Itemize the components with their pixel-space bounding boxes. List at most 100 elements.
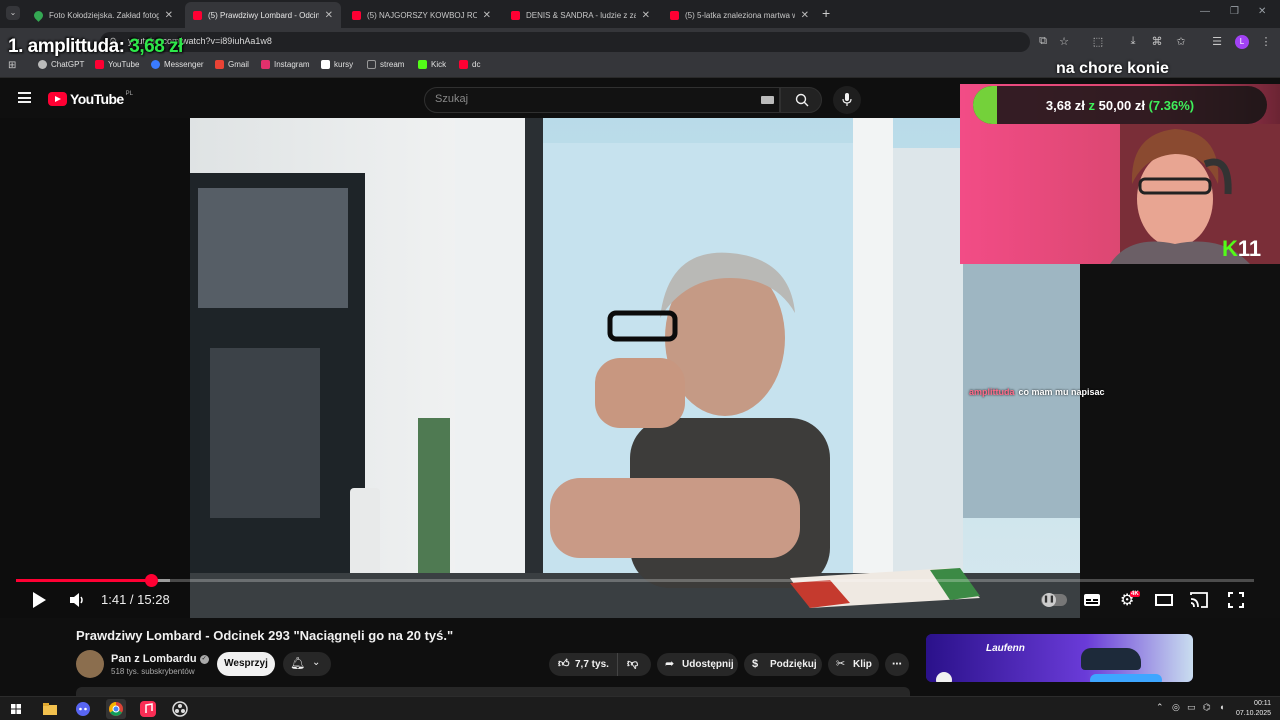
kick-viewer-count: 11	[1237, 236, 1262, 261]
notifications-button[interactable]: 🔔︎ ⌄	[283, 652, 331, 676]
youtube-logo-wordmark: YouTube	[70, 91, 124, 107]
restore-icon[interactable]: ❐	[1230, 6, 1239, 17]
cast-tab-icon[interactable]: ⧉	[1036, 35, 1050, 48]
bookmark-kursy[interactable]: kursy	[321, 60, 353, 69]
youtube-icon	[511, 10, 520, 20]
bookmark-chatgpt[interactable]: ChatGPT	[38, 60, 84, 69]
tab-5-latka[interactable]: (5) 5-latka znaleziona martwa w ✕	[662, 2, 817, 28]
youtube-logo[interactable]: YouTube PL	[48, 91, 133, 107]
goal-percent: (7.36%)	[1148, 98, 1195, 113]
tray-display-icon[interactable]: ▭	[1187, 702, 1196, 713]
youtube-icon	[193, 10, 202, 20]
tab-foto[interactable]: Foto Kołodziejska. Zakład fotog ✕	[26, 2, 181, 28]
donation-goal-title: na chore konie	[1056, 60, 1169, 77]
top-donor-overlay: 1. amplittuda: 3,68 zł	[8, 36, 183, 58]
search-button[interactable]	[780, 87, 822, 113]
current-time: 1:41	[101, 592, 127, 607]
youtube-icon	[352, 10, 361, 20]
download-icon[interactable]: ⤓	[1126, 35, 1140, 48]
tab-denis-sandra[interactable]: DENIS & SANDRA - ludzie z zał ✕	[503, 2, 658, 28]
tab-prawdziwy-lombard[interactable]: (5) Prawdziwy Lombard - Odcin ✕	[185, 2, 341, 28]
minimize-icon[interactable]: —	[1200, 6, 1210, 17]
reading-list-icon[interactable]: ☰	[1210, 35, 1224, 48]
like-button[interactable]: 👍︎ 7,7 tys.	[549, 653, 615, 676]
channel-name-text: Pan z Lombardu	[111, 653, 197, 665]
support-button[interactable]: Wesprzyj	[217, 652, 275, 676]
tab-title: (5) Prawdziwy Lombard - Odcin	[208, 10, 319, 20]
profile-avatar[interactable]: L	[1235, 35, 1249, 49]
youtube-icon	[95, 60, 104, 69]
close-tab-icon[interactable]: ✕	[801, 10, 809, 21]
file-explorer-icon[interactable]	[40, 699, 60, 719]
volume-icon[interactable]	[68, 590, 86, 610]
bookmark-dc[interactable]: dc	[459, 60, 480, 69]
search-input[interactable]	[435, 93, 735, 105]
address-bar[interactable]: ⚙ youtube.com/watch?v=i89iuhAa1w8	[100, 32, 1030, 52]
close-window-icon[interactable]: ✕	[1258, 6, 1266, 17]
obs-icon[interactable]	[170, 699, 190, 719]
windows-start-icon[interactable]	[6, 699, 26, 719]
tab-search-button[interactable]: ⌄	[6, 6, 20, 20]
tab-najgorszy-kowboj[interactable]: (5) NAJGORSZY KOWBOJ ROBI ✕	[344, 2, 499, 28]
tray-chevron-up-icon[interactable]: ⌃	[1156, 702, 1164, 713]
channel-name[interactable]: Pan z Lombardu ✓	[111, 653, 209, 665]
discord-icon[interactable]	[73, 699, 93, 719]
bookmark-instagram[interactable]: Instagram	[261, 60, 310, 69]
share-button[interactable]: ➦ Udostępnij	[657, 653, 738, 676]
subtitles-icon[interactable]	[1083, 590, 1101, 610]
thumbs-up-icon: 👍︎	[558, 658, 570, 670]
chrome-icon[interactable]	[106, 699, 126, 719]
more-actions-button[interactable]: ⋯	[885, 653, 909, 676]
kick-icon: K	[1222, 236, 1238, 261]
settings-button[interactable]: ⚙ 4K	[1120, 590, 1142, 610]
video-frame[interactable]	[190, 118, 1080, 618]
search-box[interactable]	[424, 87, 780, 113]
new-tab-button[interactable]: +	[822, 5, 830, 21]
bookmark-stream[interactable]: stream	[367, 60, 404, 69]
translate-icon[interactable]: ⌘	[1150, 35, 1164, 48]
clip-button[interactable]: ✂ Klip	[828, 653, 879, 676]
ad-banner[interactable]: Laufenn	[926, 634, 1193, 682]
ad-cta[interactable]	[1090, 674, 1162, 682]
bookmark-star-icon[interactable]: ☆	[1057, 35, 1071, 48]
close-tab-icon[interactable]: ✕	[483, 10, 491, 21]
clock-date: 07.10.2025	[1236, 710, 1272, 717]
channel-avatar[interactable]	[76, 650, 104, 678]
bookmark-kick[interactable]: Kick	[418, 60, 446, 69]
bookmark-messenger[interactable]: Messenger	[151, 60, 204, 69]
progress-bar[interactable]	[16, 579, 1254, 582]
video-title: Prawdziwy Lombard - Odcinek 293 "Naciągn…	[76, 628, 454, 643]
top-donor-value: 3,68 zł	[129, 36, 183, 57]
dislike-button[interactable]: 👎︎	[617, 653, 651, 676]
close-tab-icon[interactable]: ✕	[642, 10, 650, 21]
theater-mode-icon[interactable]	[1155, 590, 1173, 610]
cast-icon[interactable]	[1189, 590, 1209, 610]
menu-kebab-icon[interactable]: ⋮	[1259, 35, 1273, 48]
scrubber-handle[interactable]	[144, 574, 158, 587]
close-tab-icon[interactable]: ✕	[325, 10, 333, 21]
music-app-icon[interactable]	[138, 699, 158, 719]
keyboard-icon[interactable]	[761, 96, 774, 104]
apps-grid-icon[interactable]: ⊞	[8, 60, 16, 71]
youtube-icon	[670, 10, 679, 20]
hamburger-menu-icon[interactable]	[18, 92, 31, 103]
autoplay-toggle[interactable]: ❚❚	[1041, 593, 1067, 607]
play-icon[interactable]	[30, 590, 48, 610]
gmail-icon	[215, 60, 224, 69]
bookmark-youtube[interactable]: YouTube	[95, 60, 139, 69]
extensions-icon[interactable]: ⬚	[1091, 35, 1105, 48]
thanks-button[interactable]: $ Podziękuj	[744, 653, 822, 676]
more-horizontal-icon: ⋯	[892, 659, 902, 670]
voice-search-button[interactable]	[833, 86, 861, 114]
region-code: PL	[125, 91, 133, 97]
tab-title: Foto Kołodziejska. Zakład fotog	[49, 10, 159, 20]
bookmark-label: kursy	[334, 60, 354, 69]
browser-tab-strip: ⌄ Foto Kołodziejska. Zakład fotog ✕ (5) …	[0, 0, 1280, 28]
fullscreen-icon[interactable]	[1227, 590, 1245, 610]
tray-app-icon[interactable]: ◎	[1172, 702, 1180, 713]
bookmark-gmail[interactable]: Gmail	[215, 60, 249, 69]
favorites-icon[interactable]: ✩	[1174, 35, 1188, 48]
system-clock[interactable]: 00:11 07.10.2025	[1236, 699, 1271, 719]
tray-gamepad-icon[interactable]: ⌬	[1203, 702, 1211, 713]
close-tab-icon[interactable]: ✕	[165, 10, 173, 21]
